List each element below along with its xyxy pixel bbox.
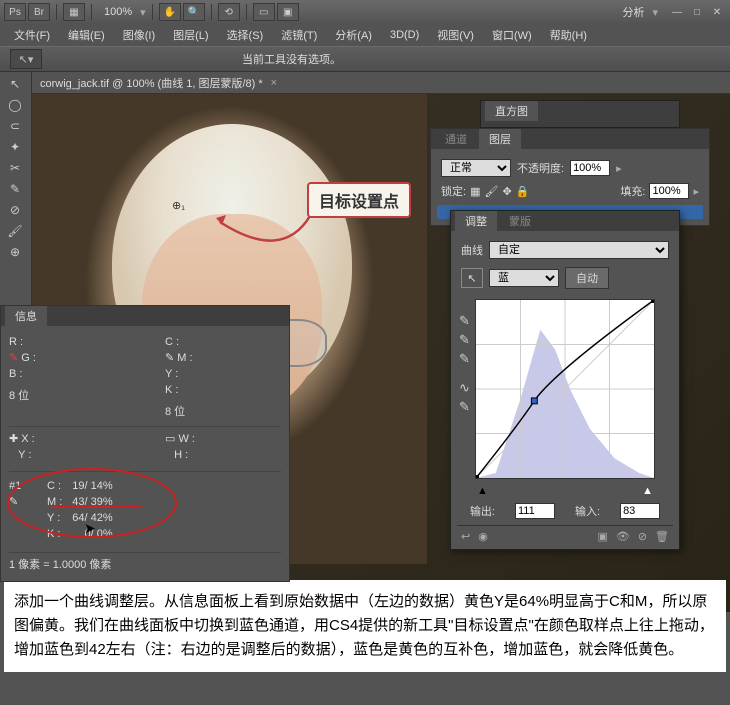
lock-transparent-icon[interactable]: ▦ — [470, 185, 480, 198]
adj-clip-icon[interactable]: ▣ — [597, 530, 607, 543]
draw-curve-icon[interactable]: ✎ — [459, 399, 475, 415]
info-panel: 信息 R : ✎ G : B : 8 位 C : ✎ M : Y : K : 8… — [0, 305, 290, 582]
white-slider-icon[interactable]: ▲ — [642, 485, 653, 497]
menu-3d[interactable]: 3D(D) — [382, 27, 427, 43]
black-slider-icon[interactable]: ▲ — [477, 485, 488, 497]
eyedropper-gray-icon[interactable]: ✎ — [459, 332, 475, 348]
menu-bar: 文件(F) 编辑(E) 图像(I) 图层(L) 选择(S) 滤镜(T) 分析(A… — [0, 24, 730, 46]
wand-tool-icon[interactable]: ✦ — [2, 137, 28, 157]
menu-window[interactable]: 窗口(W) — [484, 25, 540, 45]
eyedropper-tool-icon[interactable]: ✎ — [2, 179, 28, 199]
adjustments-panel: 调整 蒙版 曲线 自定 ↖ 蓝 自动 ✎ ✎ ✎ ∿ ✎ — [450, 210, 680, 550]
lasso-tool-icon[interactable]: ⊂ — [2, 116, 28, 136]
sample-c-value: 19/ 14% — [72, 478, 112, 494]
tab-adjustments[interactable]: 调整 — [455, 211, 497, 231]
output-label: 输出: — [470, 503, 495, 519]
adj-return-icon[interactable]: ↩ — [461, 530, 470, 543]
tool-preset-icon[interactable]: ↖▾ — [10, 49, 42, 69]
menu-edit[interactable]: 编辑(E) — [60, 25, 113, 45]
menu-view[interactable]: 视图(V) — [429, 25, 482, 45]
tab-info[interactable]: 信息 — [5, 306, 47, 326]
close-tab-icon[interactable]: × — [271, 77, 277, 89]
menu-file[interactable]: 文件(F) — [6, 25, 58, 45]
healing-tool-icon[interactable]: ⊘ — [2, 200, 28, 220]
channel-select[interactable]: 蓝 — [489, 269, 559, 287]
brush-tool-icon[interactable]: 🖌 — [2, 221, 28, 241]
document-tab[interactable]: corwig_jack.tif @ 100% (曲线 1, 图层蒙版/8) * … — [32, 72, 730, 94]
cursor-icon: ➤ — [84, 520, 96, 536]
zoom-icon[interactable]: 🔍 — [183, 3, 205, 21]
opacity-label: 不透明度: — [517, 160, 564, 176]
view-extras-icon[interactable]: ▦ — [63, 3, 85, 21]
blend-mode-select[interactable]: 正常 — [441, 159, 511, 177]
tutorial-caption: 添加一个曲线调整层。从信息面板上看到原始数据中（左边的数据）黄色Y是64%明显高… — [4, 580, 726, 672]
callout-label: 目标设置点 — [307, 182, 411, 218]
workspace-menu[interactable]: 分析 — [616, 4, 650, 20]
auto-button[interactable]: 自动 — [565, 267, 609, 289]
close-icon[interactable]: ✕ — [708, 5, 726, 19]
lock-position-icon[interactable]: ✥ — [502, 185, 511, 198]
curves-graph[interactable] — [475, 299, 655, 479]
histogram-panel[interactable]: 直方图 — [480, 100, 680, 128]
menu-filter[interactable]: 滤镜(T) — [273, 25, 325, 45]
tab-masks[interactable]: 蒙版 — [499, 211, 541, 231]
input-label: 输入: — [575, 503, 600, 519]
crop-tool-icon[interactable]: ✂ — [2, 158, 28, 178]
hand-icon[interactable]: ✋ — [159, 3, 181, 21]
menu-select[interactable]: 选择(S) — [219, 25, 272, 45]
lock-pixels-icon[interactable]: 🖌 — [484, 185, 498, 198]
edit-points-icon[interactable]: ∿ — [459, 380, 475, 396]
eyedropper-white-icon[interactable]: ✎ — [459, 351, 475, 367]
input-input[interactable] — [620, 503, 660, 519]
lock-all-icon[interactable]: 🔒 — [516, 185, 530, 198]
annotation-underline — [51, 506, 141, 508]
move-tool-icon[interactable]: ↖ — [2, 74, 28, 94]
rotate-icon[interactable]: ⟲ — [218, 3, 240, 21]
ps-icon[interactable]: Ps — [4, 3, 26, 21]
menu-layer[interactable]: 图层(L) — [165, 25, 216, 45]
options-bar: ↖▾ 当前工具没有选项。 — [0, 46, 730, 72]
fill-input[interactable] — [649, 183, 689, 199]
bridge-icon[interactable]: Br — [28, 3, 50, 21]
marquee-tool-icon[interactable]: ◯ — [2, 95, 28, 115]
adj-reset-icon[interactable]: ⊘ — [638, 530, 647, 543]
tab-layers[interactable]: 图层 — [479, 129, 521, 149]
tab-channels[interactable]: 通道 — [435, 129, 477, 149]
color-sampler-1: ⊕₁ — [172, 199, 185, 212]
stamp-tool-icon[interactable]: ⊕ — [2, 242, 28, 262]
eyedropper-black-icon[interactable]: ✎ — [459, 313, 475, 329]
menu-analysis[interactable]: 分析(A) — [327, 25, 380, 45]
tab-histogram[interactable]: 直方图 — [485, 101, 538, 121]
output-input[interactable] — [515, 503, 555, 519]
menu-help[interactable]: 帮助(H) — [542, 25, 595, 45]
fill-label: 填充: — [620, 183, 645, 199]
target-adjust-tool-icon[interactable]: ↖ — [461, 268, 483, 288]
lock-label: 锁定: — [441, 183, 466, 199]
arrange-icon[interactable]: ▭ — [253, 3, 275, 21]
info-footer: 1 像素 = 1.0000 像素 — [9, 552, 281, 573]
maximize-icon[interactable]: □ — [688, 5, 706, 19]
opacity-input[interactable] — [570, 160, 610, 176]
adj-eye-icon[interactable]: 👁 — [616, 530, 630, 543]
curves-label: 曲线 — [461, 242, 483, 258]
options-message: 当前工具没有选项。 — [242, 51, 341, 67]
adj-delete-icon[interactable]: 🗑 — [655, 530, 669, 543]
menu-image[interactable]: 图像(I) — [115, 25, 163, 45]
adj-view-icon[interactable]: ◉ — [478, 530, 488, 543]
screen-mode-icon[interactable]: ▣ — [277, 3, 299, 21]
zoom-level[interactable]: 100% — [98, 6, 138, 18]
title-bar: Ps Br ▦ 100%▾ ✋ 🔍 ⟲ ▭ ▣ 分析▾ — □ ✕ — [0, 0, 730, 24]
curves-preset-select[interactable]: 自定 — [489, 241, 669, 259]
minimize-icon[interactable]: — — [668, 5, 686, 19]
document-title: corwig_jack.tif @ 100% (曲线 1, 图层蒙版/8) * — [40, 75, 263, 91]
